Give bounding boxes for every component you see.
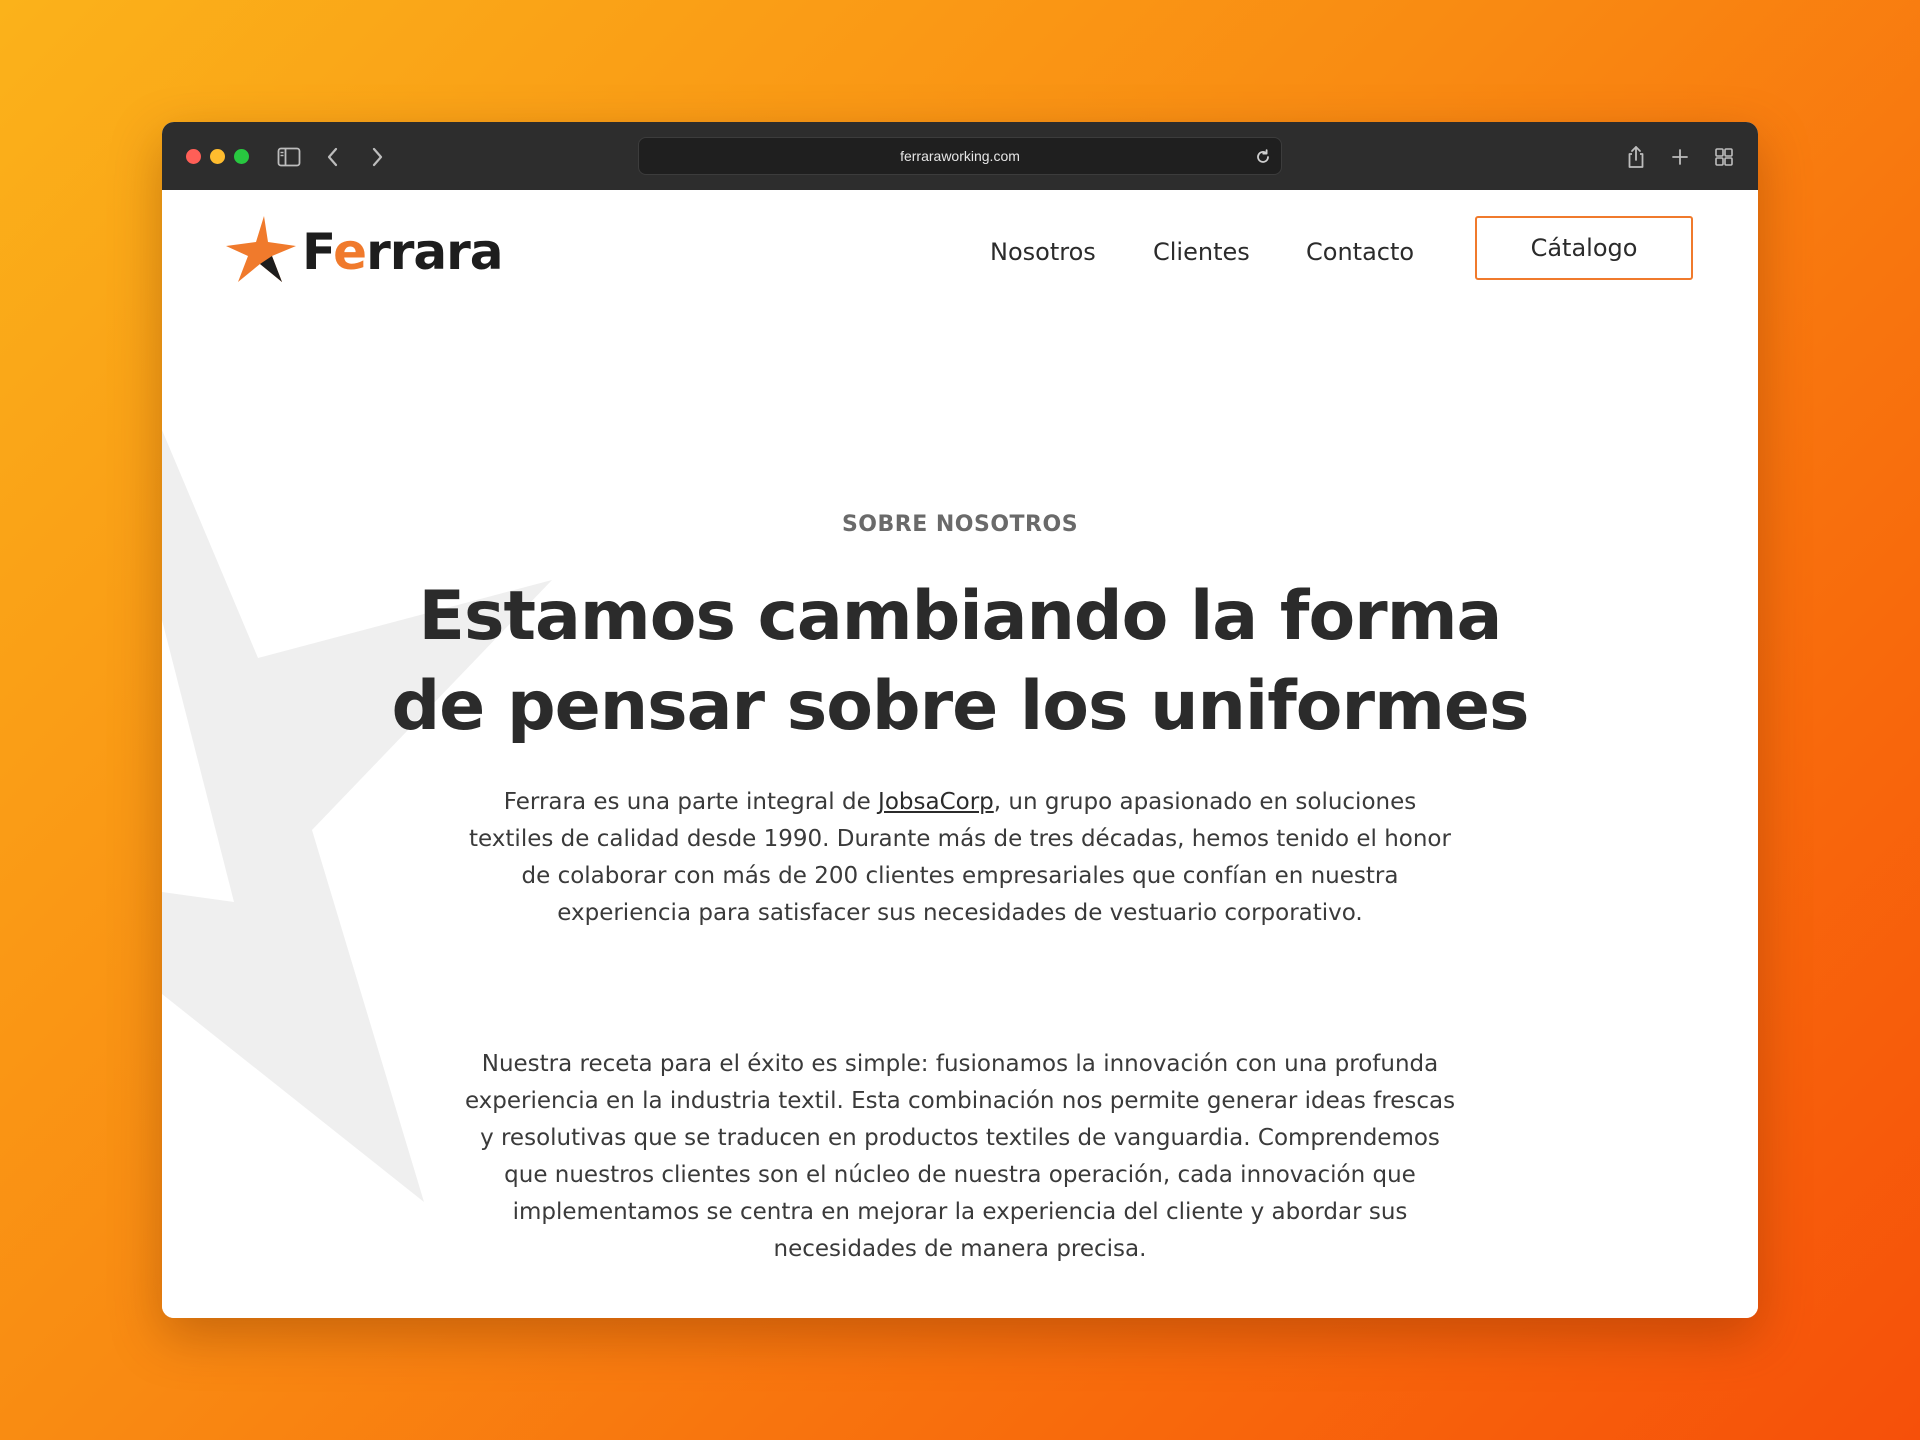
- section-eyebrow: SOBRE NOSOTROS: [841, 512, 1079, 537]
- logo-letter-f: F: [302, 223, 334, 281]
- ferrara-star-icon: [226, 216, 296, 282]
- about-paragraph-2: Nuestra receta para el éxito es simple: …: [464, 1051, 1456, 1262]
- new-tab-plus-icon[interactable]: [1665, 142, 1695, 172]
- browser-window: ferraraworking.com Ferrara Nosotros Clie…: [162, 122, 1758, 1318]
- jobsacorp-link[interactable]: JobsaCorp: [878, 789, 994, 815]
- minimize-window-button[interactable]: [210, 149, 225, 164]
- logo-wordmark: Ferrara: [302, 223, 504, 281]
- headline-line-1: Estamos cambiando la forma: [418, 577, 1503, 656]
- headline-line-2: de pensar sobre los uniformes: [391, 667, 1529, 746]
- sidebar-toggle-icon[interactable]: [274, 142, 304, 172]
- share-icon[interactable]: [1621, 142, 1651, 172]
- reload-icon[interactable]: [1253, 147, 1273, 167]
- browser-titlebar: ferraraworking.com: [162, 122, 1758, 190]
- address-url: ferraraworking.com: [900, 148, 1020, 164]
- tab-overview-icon[interactable]: [1709, 142, 1739, 172]
- ferrara-logo[interactable]: Ferrara: [224, 216, 504, 288]
- back-arrow-icon[interactable]: [318, 142, 348, 172]
- close-window-button[interactable]: [186, 149, 201, 164]
- address-bar[interactable]: ferraraworking.com: [638, 137, 1282, 175]
- maximize-window-button[interactable]: [234, 149, 249, 164]
- nav-link-nosotros[interactable]: Nosotros: [990, 238, 1096, 266]
- logo-letter-e: e: [333, 223, 367, 281]
- logo-letters-rest: rrara: [366, 223, 503, 281]
- web-page: Ferrara Nosotros Clientes Contacto Cátal…: [162, 190, 1758, 1318]
- catalog-button[interactable]: Cátalogo: [1475, 216, 1693, 280]
- page-headline: Estamos cambiando la forma de pensar sob…: [310, 572, 1610, 752]
- nav-link-clientes[interactable]: Clientes: [1153, 238, 1250, 266]
- about-paragraph-1: Ferrara es una parte integral de JobsaCo…: [460, 784, 1460, 932]
- nav-link-contacto[interactable]: Contacto: [1306, 238, 1414, 266]
- paragraph-1-intro: Ferrara es una parte integral de: [503, 789, 879, 815]
- forward-arrow-icon[interactable]: [362, 142, 392, 172]
